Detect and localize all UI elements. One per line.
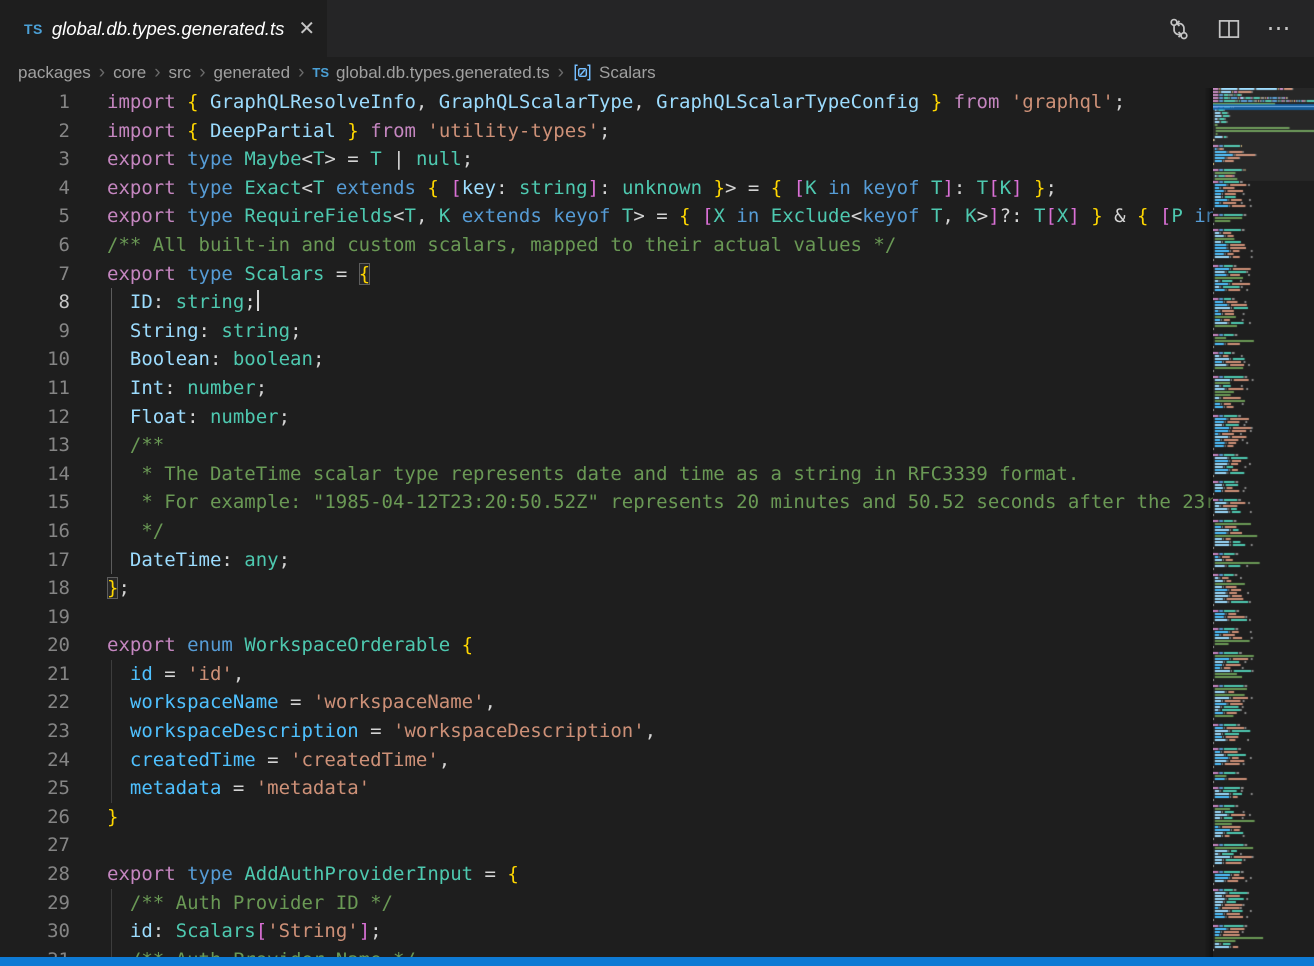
breadcrumb-item-symbol[interactable]: Scalars: [599, 63, 656, 83]
code-line: 5export type RequireFields<T, K extends …: [8, 202, 1213, 231]
line-number: 21: [8, 660, 70, 689]
line-number: 30: [8, 917, 70, 946]
tab-close-icon[interactable]: ✕: [298, 19, 315, 39]
breadcrumb-item-packages[interactable]: packages: [18, 63, 91, 83]
code-line: 19: [8, 603, 1213, 632]
line-number: 22: [8, 688, 70, 717]
code-area[interactable]: 1import { GraphQLResolveInfo, GraphQLSca…: [8, 88, 1213, 957]
line-number: 24: [8, 746, 70, 775]
text-cursor: [257, 290, 259, 311]
line-number: 8: [8, 288, 70, 317]
typescript-file-icon: TS: [24, 21, 43, 37]
code-line: 20export enum WorkspaceOrderable {: [8, 631, 1213, 660]
code-line: 27: [8, 831, 1213, 860]
symbol-type-icon: [572, 62, 593, 83]
vscode-editor-window: TS global.db.types.generated.ts ✕: [0, 0, 1314, 966]
line-number: 19: [8, 603, 70, 632]
code-line: 12 Float: number;: [8, 403, 1213, 432]
open-changes-icon[interactable]: [1166, 16, 1192, 42]
editor-actions: ⋯: [1166, 0, 1314, 57]
typescript-file-icon: TS: [312, 65, 329, 80]
line-number: 26: [8, 803, 70, 832]
code-line: 15 * For example: "1985-04-12T23:20:50.5…: [8, 488, 1213, 517]
status-bar: [0, 957, 1314, 966]
tab-global-db-types[interactable]: TS global.db.types.generated.ts ✕: [8, 0, 327, 57]
code-line: 10 Boolean: boolean;: [8, 345, 1213, 374]
line-number: 6: [8, 231, 70, 260]
breadcrumb: packages › core › src › generated › TS g…: [8, 57, 1213, 88]
code-line: 29 /** Auth Provider ID */: [8, 889, 1213, 918]
code-line: 24 createdTime = 'createdTime',: [8, 746, 1213, 775]
breadcrumb-item-src[interactable]: src: [169, 63, 192, 83]
breadcrumb-item-generated[interactable]: generated: [214, 63, 291, 83]
code-line: 28export type AddAuthProviderInput = {: [8, 860, 1213, 889]
line-number: 29: [8, 889, 70, 918]
split-editor-icon[interactable]: [1216, 16, 1242, 42]
code-line: 25 metadata = 'metadata': [8, 774, 1213, 803]
code-line: 11 Int: number;: [8, 374, 1213, 403]
chevron-right-icon: ›: [558, 63, 564, 82]
line-number: 2: [8, 117, 70, 146]
chevron-right-icon: ›: [99, 63, 105, 82]
line-number: 20: [8, 631, 70, 660]
breadcrumb-item-core[interactable]: core: [113, 63, 146, 83]
line-number: 25: [8, 774, 70, 803]
line-number: 31: [8, 946, 70, 957]
line-number: 16: [8, 517, 70, 546]
code-line: 9 String: string;: [8, 317, 1213, 346]
code-line: 2import { DeepPartial } from 'utility-ty…: [8, 117, 1213, 146]
code-line: 14 * The DateTime scalar type represents…: [8, 460, 1213, 489]
line-number: 27: [8, 831, 70, 860]
code-line: 7export type Scalars = {: [8, 260, 1213, 289]
code-line: 8 ID: string;: [8, 288, 1213, 317]
breadcrumb-item-file[interactable]: global.db.types.generated.ts: [336, 63, 550, 83]
code-line: 18};: [8, 574, 1213, 603]
code-line: 30 id: Scalars['String'];: [8, 917, 1213, 946]
line-number: 7: [8, 260, 70, 289]
line-number: 23: [8, 717, 70, 746]
chevron-right-icon: ›: [298, 63, 304, 82]
line-number: 18: [8, 574, 70, 603]
line-number: 3: [8, 145, 70, 174]
line-number: 14: [8, 460, 70, 489]
line-number: 4: [8, 174, 70, 203]
more-actions-icon[interactable]: ⋯: [1266, 16, 1292, 42]
code-line: 13 /**: [8, 431, 1213, 460]
code-line: 21 id = 'id',: [8, 660, 1213, 689]
line-number: 15: [8, 488, 70, 517]
line-number: 5: [8, 202, 70, 231]
code-line: 4export type Exact<T extends { [key: str…: [8, 174, 1213, 203]
line-number: 11: [8, 374, 70, 403]
line-number: 12: [8, 403, 70, 432]
tab-label: global.db.types.generated.ts: [52, 18, 284, 40]
code-line: 6/** All built-in and custom scalars, ma…: [8, 231, 1213, 260]
minimap[interactable]: [1213, 88, 1314, 957]
tab-bar: TS global.db.types.generated.ts ✕: [8, 0, 1314, 57]
line-number: 1: [8, 88, 70, 117]
code-line: 1import { GraphQLResolveInfo, GraphQLSca…: [8, 88, 1213, 117]
chevron-right-icon: ›: [199, 63, 205, 82]
code-line: 26}: [8, 803, 1213, 832]
line-number: 17: [8, 546, 70, 575]
line-number: 9: [8, 317, 70, 346]
minimap-shadow: [1205, 88, 1213, 957]
line-number: 28: [8, 860, 70, 889]
minimap-canvas: [1213, 88, 1314, 957]
code-line: 16 */: [8, 517, 1213, 546]
line-number: 13: [8, 431, 70, 460]
code-line: 22 workspaceName = 'workspaceName',: [8, 688, 1213, 717]
code-line: 23 workspaceDescription = 'workspaceDesc…: [8, 717, 1213, 746]
chevron-right-icon: ›: [154, 63, 160, 82]
code-line: 17 DateTime: any;: [8, 546, 1213, 575]
code-line: 3export type Maybe<T> = T | null;: [8, 145, 1213, 174]
code-line: 31 /** Auth Provider Name */: [8, 946, 1213, 957]
line-number: 10: [8, 345, 70, 374]
